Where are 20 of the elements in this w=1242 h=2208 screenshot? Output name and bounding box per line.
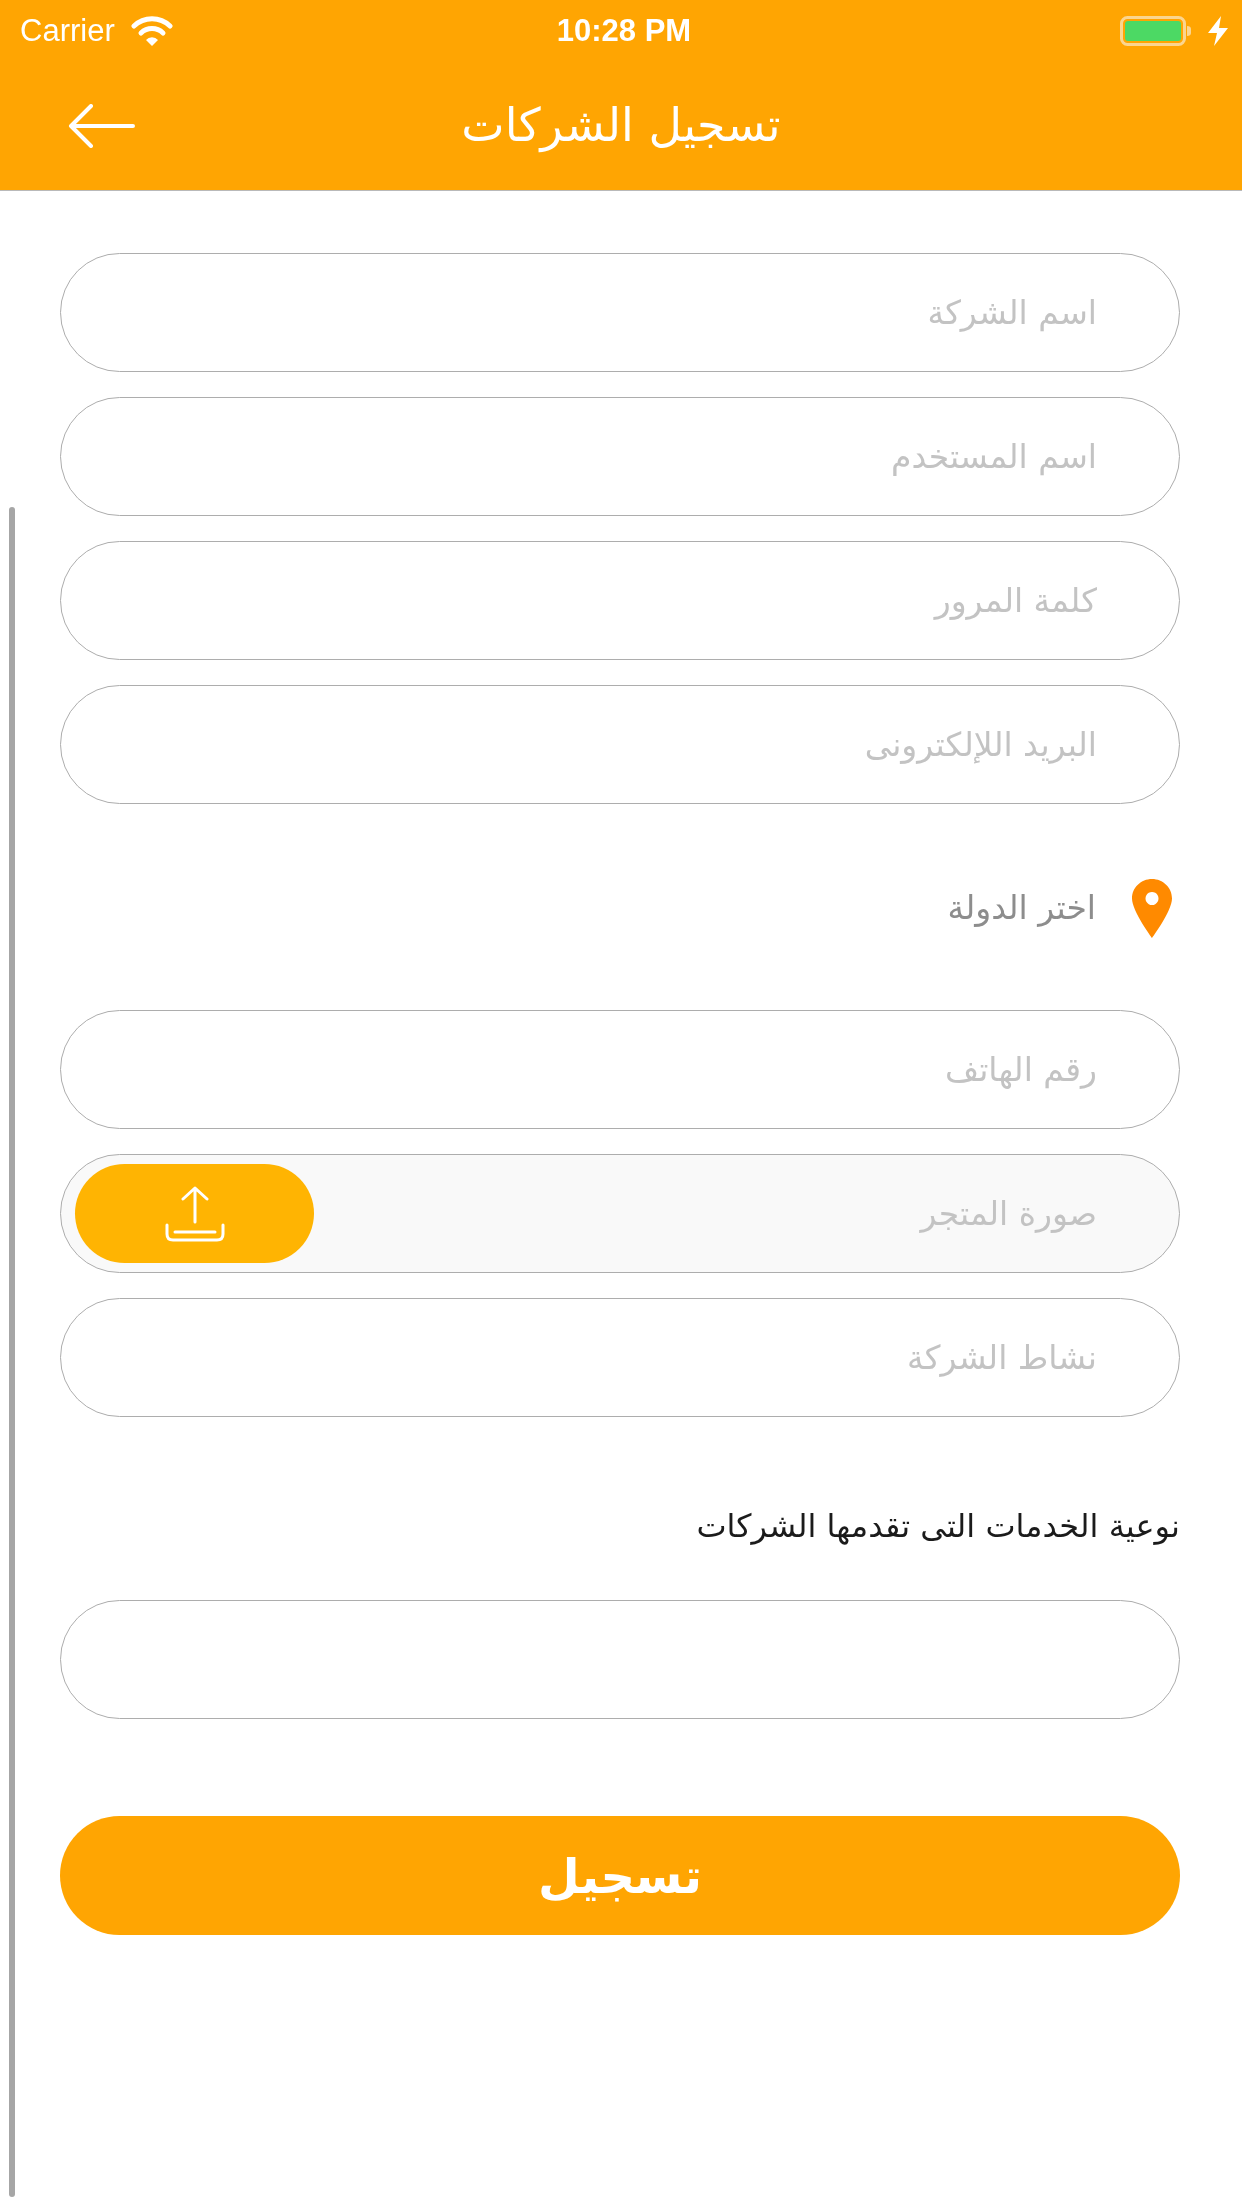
register-button[interactable]: تسجيل	[60, 1816, 1180, 1935]
input-field[interactable]: اسم الشركة	[60, 253, 1180, 372]
battery-icon	[1120, 16, 1192, 46]
upload-button[interactable]	[75, 1164, 314, 1263]
input-field[interactable]: اسم المستخدم	[60, 397, 1180, 516]
clock-time: 10:28 PM	[556, 11, 692, 50]
upload-icon	[163, 1185, 226, 1242]
country-select-label[interactable]: اختر الدولة	[947, 883, 1096, 933]
charging-bolt-icon	[1208, 16, 1228, 46]
input-field[interactable]: رقم الهاتف	[60, 1010, 1180, 1129]
wifi-icon	[130, 15, 173, 47]
back-button[interactable]	[68, 104, 135, 148]
page-title: تسجيل الشركات	[461, 98, 781, 154]
input-field[interactable]: البريد اللإلكترونى	[60, 685, 1180, 804]
section-label: نوعية الخدمات التى تقدمها الشركات	[696, 1506, 1180, 1547]
input-field[interactable]: كلمة المرور	[60, 541, 1180, 660]
carrier-text: Carrier	[20, 11, 115, 50]
back-arrow-icon	[68, 104, 135, 148]
input-field[interactable]: نشاط الشركة	[60, 1298, 1180, 1417]
location-pin-icon	[1132, 878, 1172, 938]
